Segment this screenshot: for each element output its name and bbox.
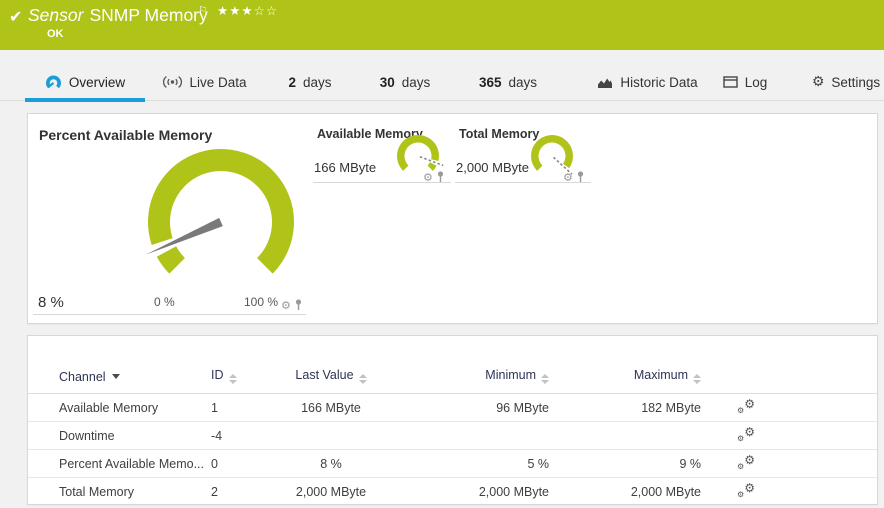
cell-id: 0 (211, 457, 251, 471)
cell-channel: Total Memory (59, 485, 211, 499)
status-badge: OK (47, 28, 64, 40)
cell-channel: Downtime (59, 429, 211, 443)
cell-id: -4 (211, 429, 251, 443)
percent-available-memory-gauge (121, 117, 321, 317)
cell-id: 1 (211, 401, 251, 415)
channel-settings-icon[interactable]: ⚙⚙ (737, 455, 755, 470)
sensor-title: Sensor SNMP Memory (28, 5, 208, 26)
table-row[interactable]: Percent Available Memo... 0 8 % 5 % 9 % … (28, 450, 877, 478)
sensor-type-label: Sensor (28, 5, 83, 25)
mini-gauge-tile-divider (455, 182, 591, 183)
channel-settings-icon[interactable]: ⚙⚙ (737, 427, 755, 442)
tab-2-days[interactable]: 2 days (280, 63, 340, 101)
tab-label: Overview (69, 75, 125, 90)
sort-icon (229, 374, 237, 384)
sort-desc-icon (112, 374, 120, 379)
flag-icon[interactable]: ⚐ (198, 4, 208, 17)
live-data-icon (163, 75, 182, 89)
tab-number: 30 (380, 75, 395, 90)
column-header-id[interactable]: ID (211, 368, 251, 384)
channel-table-panel: Channel ID Last Value Minimum Maximum Av… (27, 335, 878, 505)
sort-icon (541, 374, 549, 384)
gear-icon: ⚙ (812, 75, 825, 89)
tab-label: days (303, 75, 332, 90)
tab-bar: Overview Live Data 2 days 30 days 365 da… (0, 63, 884, 101)
column-header-maximum[interactable]: Maximum (549, 368, 701, 384)
priority-stars[interactable]: ★★★☆☆ (217, 3, 278, 18)
cell-minimum: 5 % (411, 457, 549, 471)
tab-number: 365 (479, 75, 502, 90)
main-gauge-value: 8 % (38, 294, 64, 311)
tab-label: days (402, 75, 431, 90)
mini-gauge-value: 166 MByte (314, 160, 376, 175)
column-header-last-value[interactable]: Last Value (251, 368, 411, 384)
main-gauge-tile-divider (33, 314, 306, 315)
sensor-status-header: ✔ Sensor SNMP Memory ⚐ ★★★☆☆ OK (0, 0, 884, 50)
tab-label: Log (745, 75, 768, 90)
tab-30-days[interactable]: 30 days (370, 63, 440, 101)
check-icon: ✔ (9, 7, 22, 26)
main-gauge-scale-min: 0 % (154, 295, 175, 309)
tab-log[interactable]: Log (715, 63, 775, 101)
tab-live-data[interactable]: Live Data (160, 63, 250, 101)
cell-minimum: 2,000 MByte (411, 485, 549, 499)
cell-last-value: 8 % (251, 457, 411, 471)
cell-channel: Percent Available Memo... (59, 457, 211, 471)
mini-gauge-tile-divider (313, 182, 451, 183)
gauge-icon (45, 74, 62, 91)
cell-last-value: 2,000 MByte (251, 485, 411, 499)
cell-maximum: 9 % (549, 457, 701, 471)
log-window-icon (723, 76, 738, 88)
channel-settings-icon[interactable]: ⚙⚙ (737, 399, 755, 414)
sensor-name: SNMP Memory (89, 5, 207, 25)
histogram-icon (597, 76, 613, 89)
tab-label: days (509, 75, 538, 90)
table-row[interactable]: Total Memory 2 2,000 MByte 2,000 MByte 2… (28, 478, 877, 505)
cell-minimum: 96 MByte (411, 401, 549, 415)
tab-settings[interactable]: ⚙ Settings (808, 63, 884, 101)
channel-table-header: Channel ID Last Value Minimum Maximum (28, 336, 877, 394)
sort-icon (359, 374, 367, 384)
cell-maximum: 182 MByte (549, 401, 701, 415)
tab-overview[interactable]: Overview (25, 63, 145, 101)
column-header-channel[interactable]: Channel (59, 370, 211, 384)
table-row[interactable]: Available Memory 1 166 MByte 96 MByte 18… (28, 394, 877, 422)
column-header-minimum[interactable]: Minimum (411, 368, 549, 384)
cell-maximum: 2,000 MByte (549, 485, 701, 499)
main-gauge-scale-max: 100 % (244, 295, 278, 309)
channel-settings-icon[interactable]: ⚙⚙ (737, 483, 755, 498)
tab-label: Settings (831, 75, 880, 90)
pin-icon[interactable] (294, 299, 303, 311)
tab-365-days[interactable]: 365 days (468, 63, 548, 101)
mini-gauge-value: 2,000 MByte (456, 160, 529, 175)
cell-id: 2 (211, 485, 251, 499)
tab-historic-data[interactable]: Historic Data (590, 63, 705, 101)
table-row[interactable]: Downtime -4 ⚙⚙ (28, 422, 877, 450)
gauges-panel: Percent Available Memory 8 % 0 % 100 % ⚙… (27, 113, 878, 324)
sort-icon (693, 374, 701, 384)
tab-label: Historic Data (620, 75, 697, 90)
cell-channel: Available Memory (59, 401, 211, 415)
tab-number: 2 (288, 75, 296, 90)
gauge-settings-gear-icon[interactable]: ⚙ (281, 301, 291, 311)
cell-last-value: 166 MByte (251, 401, 411, 415)
tab-label: Live Data (189, 75, 246, 90)
